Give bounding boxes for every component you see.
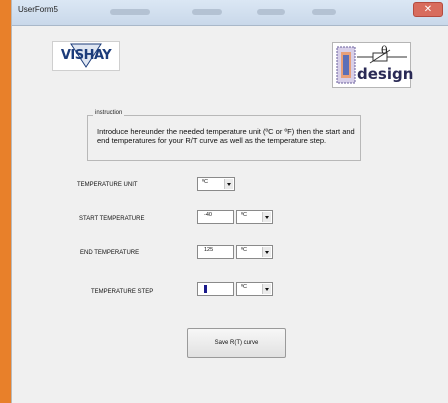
vishay-logo-text: VISHAY [60,48,112,63]
chevron-down-icon[interactable] [262,247,271,257]
instruction-legend: instruction [93,110,125,116]
chevron-down-icon[interactable] [224,179,233,189]
title-bar-blur [257,9,285,15]
temperature-step-input[interactable] [197,282,234,296]
close-button[interactable]: ✕ [413,2,443,17]
chevron-down-icon[interactable] [262,212,271,222]
title-bar-blur [110,9,150,15]
vishay-logo: VISHAY [52,41,120,71]
text-cursor [204,285,207,293]
start-temperature-input[interactable]: -40 [197,210,234,224]
theta-symbol: θ [381,44,388,57]
save-rt-curve-button[interactable]: Save R(T) curve [187,328,286,358]
title-bar-blur [192,9,222,15]
userform-window: UserForm5 ✕ VISHAY θ design instruction … [11,0,448,403]
design-logo-text: design [357,65,414,83]
start-temperature-unit-value: ºC [241,212,247,218]
title-bar[interactable]: UserForm5 ✕ [12,0,448,26]
temperature-unit-select[interactable]: ºC [197,177,235,191]
temperature-step-unit-select[interactable]: ºC [236,282,273,296]
instruction-text: Introduce hereunder the needed temperatu… [97,127,355,145]
design-logo: θ design [332,42,414,88]
title-bar-blur [312,9,336,15]
start-temperature-value: -40 [204,212,212,218]
temperature-unit-label: TEMPERATURE UNIT [77,182,138,188]
end-temperature-label: END TEMPERATURE [80,250,140,256]
chevron-down-icon[interactable] [262,284,271,294]
temperature-step-unit-value: ºC [241,284,247,290]
start-temperature-unit-select[interactable]: ºC [236,210,273,224]
end-temperature-unit-select[interactable]: ºC [236,245,273,259]
window-title: UserForm5 [18,5,59,14]
end-temperature-value: 125 [204,247,214,253]
start-temperature-label: START TEMPERATURE [79,216,145,222]
temperature-unit-value: ºC [202,179,208,185]
close-icon: ✕ [423,4,433,15]
instruction-frame: instruction Introduce hereunder the need… [87,110,361,161]
end-temperature-input[interactable]: 125 [197,245,234,259]
temperature-step-label: TEMPERATURE STEP [91,289,154,295]
end-temperature-unit-value: ºC [241,247,247,253]
